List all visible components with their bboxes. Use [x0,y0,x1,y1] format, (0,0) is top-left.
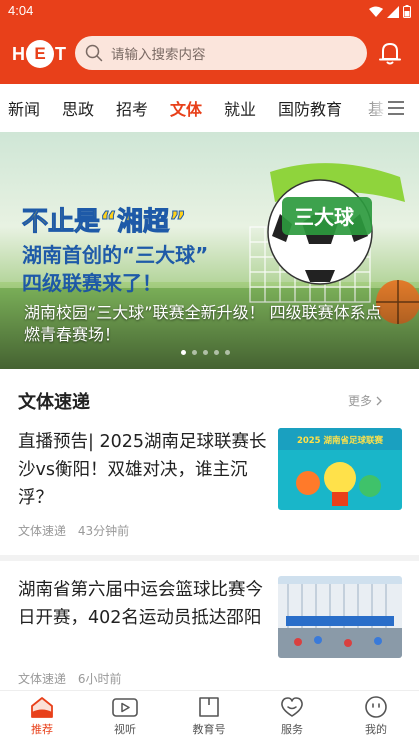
section-title: 文体速递 [18,392,90,413]
tabs-fade [350,84,390,132]
news-source: 文体速递 [18,672,67,686]
signal-icon [387,5,399,18]
app-header: H E T 请输入搜索内容 [0,24,419,84]
hero-banner[interactable]: 不止是“湘超” 湖南首创的“三大球” 四级联赛来了！ 三大球 湖南校园“三大球”… [0,132,419,369]
banner-ball-label: 三大球 [294,205,355,229]
heart-smile-icon [281,697,303,717]
carousel-dot[interactable] [225,350,230,355]
channel-tabs: 新闻 思政 招考 文体 就业 国防教育 基 [0,84,419,132]
nav-video[interactable]: 视听 [95,695,155,737]
nav-label: 推荐 [31,723,53,736]
news-meta: 文体速递 6小时前 [18,670,121,687]
nav-label: 服务 [281,723,303,736]
app-logo[interactable]: H E T [12,38,68,70]
nav-label: 教育号 [192,723,226,736]
logo-letter-h: H [12,43,25,64]
tab-ideology[interactable]: 思政 [62,96,94,120]
home-icon [31,697,53,718]
nav-education-account[interactable]: 教育号 [179,695,239,737]
status-time: 4:04 [8,3,34,18]
search-placeholder: 请输入搜索内容 [111,47,206,63]
nav-recommend[interactable]: 推荐 [12,695,72,737]
tab-exams[interactable]: 招考 [116,96,148,120]
banner-headline-2: 湖南首创的“三大球” [22,243,208,267]
news-thumbnail[interactable] [278,576,402,658]
nav-services[interactable]: 服务 [262,695,322,737]
bottom-nav: 推荐 视听 教育号 服务 我的 [0,690,419,745]
carousel-dot[interactable] [192,350,197,355]
search-icon [85,44,103,62]
carousel-dots [181,350,230,355]
news-meta: 文体速递 43分钟前 [18,522,129,539]
tab-news[interactable]: 新闻 [8,96,40,120]
tab-defense-education[interactable]: 国防教育 [278,96,342,120]
logo-letter-e: E [26,40,54,68]
more-label: 更多 [348,394,373,408]
banner-headline-1: 不止是“湘超” [22,207,186,237]
logo-letter-t: T [55,43,66,64]
more-link[interactable]: 更多 [348,392,383,409]
chevron-right-icon [376,396,382,405]
wifi-icon [369,6,383,17]
battery-icon [403,5,411,18]
nav-label: 视听 [114,723,136,736]
search-input[interactable]: 请输入搜索内容 [75,36,367,70]
tab-employment[interactable]: 就业 [224,96,256,120]
thumbnail-text: 2025 湖南省足球联赛 [297,435,384,446]
news-time: 6小时前 [77,672,122,686]
news-time: 43分钟前 [77,524,130,538]
smiley-icon [365,696,387,718]
status-icons [369,5,411,18]
news-title[interactable]: 湖南省第六届中运会篮球比赛今日开赛，402名运动员抵达邵阳 [18,576,268,632]
menu-icon[interactable] [386,98,406,118]
nav-label: 我的 [365,723,387,736]
notification-bell-icon[interactable] [377,40,403,66]
status-bar: 4:04 [0,0,419,24]
nav-profile[interactable]: 我的 [346,695,406,737]
book-icon [199,697,219,717]
list-divider [0,555,419,561]
news-source: 文体速递 [18,524,67,538]
tab-sports-culture[interactable]: 文体 [170,96,202,120]
carousel-dot[interactable] [214,350,219,355]
video-icon [112,698,138,717]
thumbnail-image: 2025 湖南省足球联赛 [278,428,402,510]
thumbnail-image [278,576,402,658]
carousel-dot[interactable] [181,350,186,355]
news-thumbnail[interactable]: 2025 湖南省足球联赛 [278,428,402,510]
banner-caption: 湖南校园“三大球”联赛全新升级！ 四级联赛体系点燃青春赛场！ [24,303,382,344]
news-title[interactable]: 直播预告| 2025湖南足球联赛长沙vs衡阳！双雄对决，谁主沉浮？ [18,428,268,512]
carousel-dot[interactable] [203,350,208,355]
